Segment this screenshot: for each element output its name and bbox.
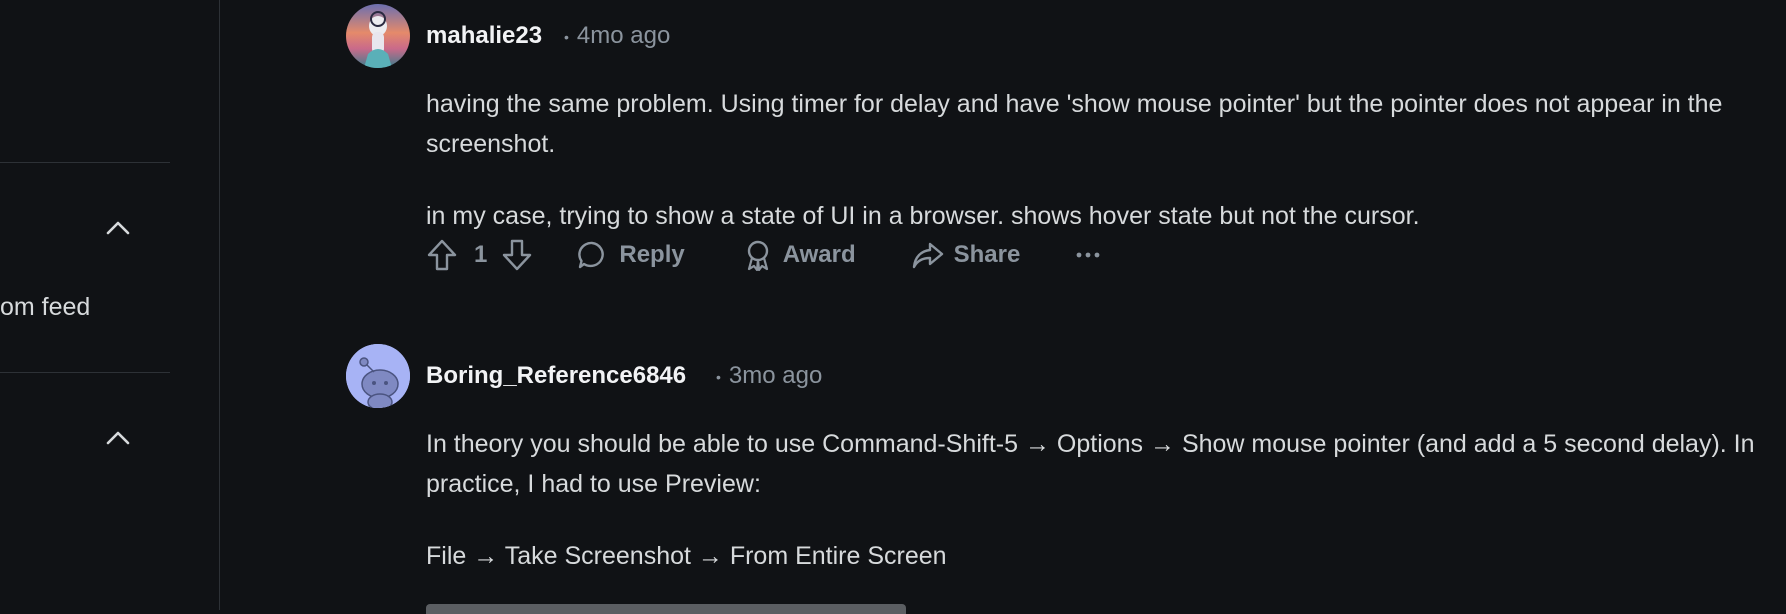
default-user-avatar[interactable] [346,344,410,408]
share-button[interactable]: Share [912,240,1021,270]
reply-bubble-icon [577,240,607,270]
sidebar-collapse-chevron-up-icon[interactable] [104,428,132,448]
comment-body: having the same problem. Using timer for… [426,84,1766,236]
comment-paragraph: having the same problem. Using timer for… [426,90,1723,158]
comment-age: 3mo ago [728,362,823,389]
comment: Boring_Reference6846 • 3mo ago In theory … [346,344,1766,576]
left-sidebar: om feed [0,0,220,610]
comment-paragraph: File → Take Screenshot → From Entire Scr… [426,542,947,570]
comment-age: 4mo ago [576,22,671,49]
separator-dot: • [716,368,721,385]
award-icon [743,239,773,271]
comment-author[interactable]: mahalie23 [426,22,542,50]
comment-timestamp: • 3mo ago [708,362,822,390]
comment-timestamp: • 4mo ago [556,22,670,50]
sidebar-item-label[interactable]: om feed [0,293,90,322]
reply-button[interactable]: Reply [577,240,685,270]
sidebar-divider [0,162,170,163]
downvote-icon [501,238,533,272]
reply-label: Reply [619,241,685,268]
share-icon [912,240,944,270]
award-label: Award [782,241,856,268]
upvote-button[interactable] [426,238,458,272]
comment: mahalie23 • 4mo ago having the same probl… [346,4,1766,271]
comment-header: mahalie23 • 4mo ago [346,4,1766,68]
more-icon [1076,251,1100,259]
upvote-icon [426,238,458,272]
comment-actions: 1 Reply Award Share [426,233,1100,277]
user-avatar[interactable] [346,4,410,68]
attached-screenshot-image[interactable] [426,604,906,614]
more-options-button[interactable] [1076,251,1100,259]
downvote-button[interactable] [501,238,533,272]
comment-body: In theory you should be able to use Comm… [426,424,1766,576]
share-label: Share [953,241,1021,268]
vote-score: 1 [474,241,488,268]
comment-author[interactable]: Boring_Reference6846 [426,362,686,390]
award-button[interactable]: Award [743,239,856,271]
separator-dot: • [564,28,569,45]
sidebar-collapse-chevron-up-icon[interactable] [104,218,132,238]
comment-paragraph: in my case, trying to show a state of UI… [426,202,1420,230]
comment-paragraph: In theory you should be able to use Comm… [426,430,1755,498]
sidebar-divider [0,372,170,373]
comment-header: Boring_Reference6846 • 3mo ago [346,344,1766,408]
